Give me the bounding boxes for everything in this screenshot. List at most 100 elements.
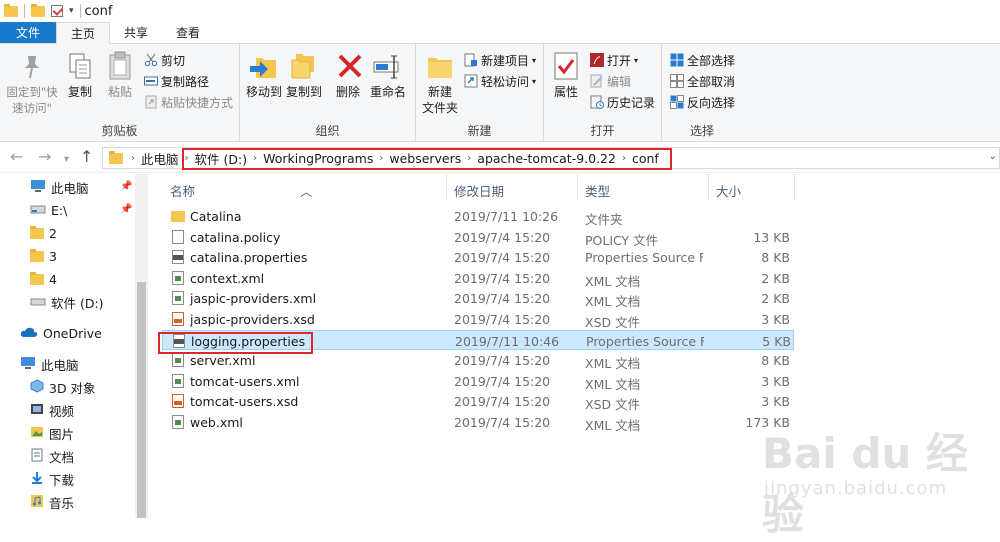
column-divider[interactable] [708, 174, 709, 200]
move-to-icon [248, 50, 280, 82]
properties-button[interactable]: 属性 [550, 50, 582, 100]
breadcrumb-this-pc[interactable]: 此电脑 [137, 149, 183, 168]
file-date: 2019/7/4 15:20 [454, 270, 551, 286]
column-name[interactable]: 名称 [170, 181, 195, 200]
watermark: Bai du 经验 jingyan.baidu.com [742, 420, 992, 539]
image-icon [30, 425, 44, 442]
pin-icon[interactable]: 📌 [120, 204, 132, 215]
move-to-button[interactable]: 移动到 [244, 50, 284, 100]
title-bar: ▾ conf [0, 0, 1000, 22]
paste-button[interactable]: 粘贴 [104, 50, 136, 100]
paste-shortcut-button[interactable]: 粘贴快捷方式 [144, 92, 233, 112]
nav-item-this-pc[interactable]: 此电脑 [20, 353, 79, 375]
column-type[interactable]: 类型 [585, 181, 610, 200]
rename-button[interactable]: 重命名 [368, 50, 408, 100]
file-name: jaspic-providers.xsd [190, 312, 315, 327]
watermark-url: jingyan.baidu.com [764, 478, 948, 499]
nav-item-onedrive[interactable]: OneDrive [20, 322, 102, 344]
nav-item-label: 2 [49, 225, 57, 241]
quick-access-toolbar: ▾ [0, 3, 81, 18]
file-name: tomcat-users.xsd [190, 394, 299, 410]
nav-item-label: 文档 [49, 449, 75, 465]
ribbon: 固定到"快速访问" 复制 粘贴 剪切 复制路径 粘贴快捷方式 剪贴板 移动到 复… [0, 44, 1000, 142]
copy-to-icon [288, 50, 320, 82]
nav-item-folder-2[interactable]: 2 [30, 222, 57, 244]
new-folder-quick-icon[interactable] [31, 3, 45, 17]
tab-share[interactable]: 共享 [110, 22, 162, 43]
cut-button[interactable]: 剪切 [144, 50, 185, 70]
file-type: XML 文档 [585, 356, 641, 372]
organize-group-label: 组织 [315, 124, 340, 138]
nav-item-videos[interactable]: 视频 [30, 399, 74, 421]
scissors-icon [144, 53, 158, 67]
file-row[interactable]: tomcat-users.xsd 2019/7/4 15:20 XSD 文件 3 KB [162, 391, 794, 412]
file-row[interactable]: catalina.policy 2019/7/4 15:20 POLICY 文件 13… [162, 227, 794, 248]
column-divider[interactable] [446, 174, 447, 200]
divider [24, 4, 25, 18]
file-name: jaspic-providers.xml [190, 291, 317, 307]
file-row[interactable]: catalina.properties 2019/7/4 15:20 Propert… [162, 247, 794, 267]
select-none-button[interactable]: 全部取消 [670, 71, 735, 91]
xsd-file-icon [172, 394, 184, 409]
nav-item-this-pc-pinned[interactable]: 此电脑 [30, 176, 89, 198]
nav-item-drive-e[interactable]: E:\ [30, 199, 67, 221]
file-row[interactable]: Catalina 2019/7/11 10:26 文件夹 [162, 206, 794, 227]
pin-quick-access-button[interactable]: 固定到"快速访问" [4, 50, 60, 116]
copy-path-button[interactable]: 复制路径 [144, 71, 209, 91]
xml-file-icon [172, 270, 184, 285]
forward-arrow-icon[interactable]: → [38, 149, 51, 165]
properties-quick-icon[interactable] [51, 5, 63, 17]
nav-item-pictures[interactable]: 图片 [30, 422, 74, 444]
nav-item-label: 此电脑 [41, 357, 79, 373]
file-file-icon [172, 229, 184, 244]
delete-button[interactable]: 删除 [334, 50, 362, 100]
nav-item-drive-d[interactable]: 软件 (D:) [30, 291, 104, 313]
recent-locations-chevron-icon[interactable]: ▾ [64, 152, 69, 168]
new-item-button[interactable]: 新建项目 ▾ [464, 50, 536, 70]
open-button[interactable]: 打开 ▾ [590, 50, 638, 70]
copy-button[interactable]: 复制 [64, 50, 96, 100]
column-divider[interactable] [577, 174, 578, 200]
nav-item-documents[interactable]: 文档 [30, 445, 74, 467]
file-row[interactable]: tomcat-users.xml 2019/7/4 15:20 XML 文档 3 KB [162, 371, 794, 392]
column-divider[interactable] [794, 174, 795, 200]
file-row[interactable]: jaspic-providers.xsd 2019/7/4 15:20 XSD 文件… [162, 309, 794, 330]
file-row[interactable]: web.xml 2019/7/4 15:20 XML 文档 173 KB [162, 412, 794, 433]
nav-item-3d-objects[interactable]: 3D 对象 [30, 376, 96, 398]
xsd-file-icon [172, 312, 184, 326]
nav-item-music[interactable]: 音乐 [30, 491, 74, 513]
file-row[interactable]: jaspic-providers.xml 2019/7/4 15:20 XML 文档… [162, 288, 794, 309]
rename-label: 重命名 [369, 85, 406, 99]
address-history-chevron-icon[interactable]: ⌄ [989, 151, 997, 162]
pin-icon[interactable]: 📌 [120, 181, 132, 192]
tab-file[interactable]: 文件 [0, 22, 57, 43]
file-date: 2019/7/4 15:20 [454, 415, 551, 430]
column-date[interactable]: 修改日期 [454, 181, 504, 200]
file-name: web.xml [190, 415, 243, 430]
nav-scrollbar-thumb[interactable] [137, 282, 146, 518]
tab-view[interactable]: 查看 [162, 22, 214, 43]
history-button[interactable]: 历史记录 [590, 92, 655, 112]
nav-item-folder-3[interactable]: 3 [30, 245, 57, 267]
column-header-row: ︿ 名称 修改日期 类型 大小 [150, 174, 1000, 202]
file-row[interactable]: context.xml 2019/7/4 15:20 XML 文档 2 KB [162, 268, 794, 289]
copy-to-button[interactable]: 复制到 [284, 50, 324, 100]
back-arrow-icon[interactable]: ← [10, 149, 23, 165]
easy-access-button[interactable]: 轻松访问 ▾ [464, 71, 536, 91]
sort-ascending-icon: ︿ [300, 184, 313, 199]
select-all-button[interactable]: 全部选择 [670, 50, 735, 70]
column-size[interactable]: 大小 [716, 181, 741, 200]
new-folder-button[interactable]: 新建 文件夹 [420, 50, 460, 116]
edit-button[interactable]: 编辑 [590, 71, 631, 91]
file-name: catalina.properties [190, 250, 308, 266]
file-name: catalina.policy [190, 229, 281, 245]
pc-icon [20, 356, 36, 373]
nav-item-downloads[interactable]: 下载 [30, 468, 74, 490]
nav-item-folder-4[interactable]: 4 [30, 268, 57, 290]
invert-selection-button[interactable]: 反向选择 [670, 92, 735, 112]
up-arrow-icon[interactable]: ↑ [80, 149, 93, 165]
customize-quick-access-icon[interactable]: ▾ [69, 6, 74, 16]
chevron-right-icon[interactable]: › [129, 153, 137, 164]
tab-home[interactable]: 主页 [56, 22, 111, 44]
select-none-icon [670, 74, 684, 88]
